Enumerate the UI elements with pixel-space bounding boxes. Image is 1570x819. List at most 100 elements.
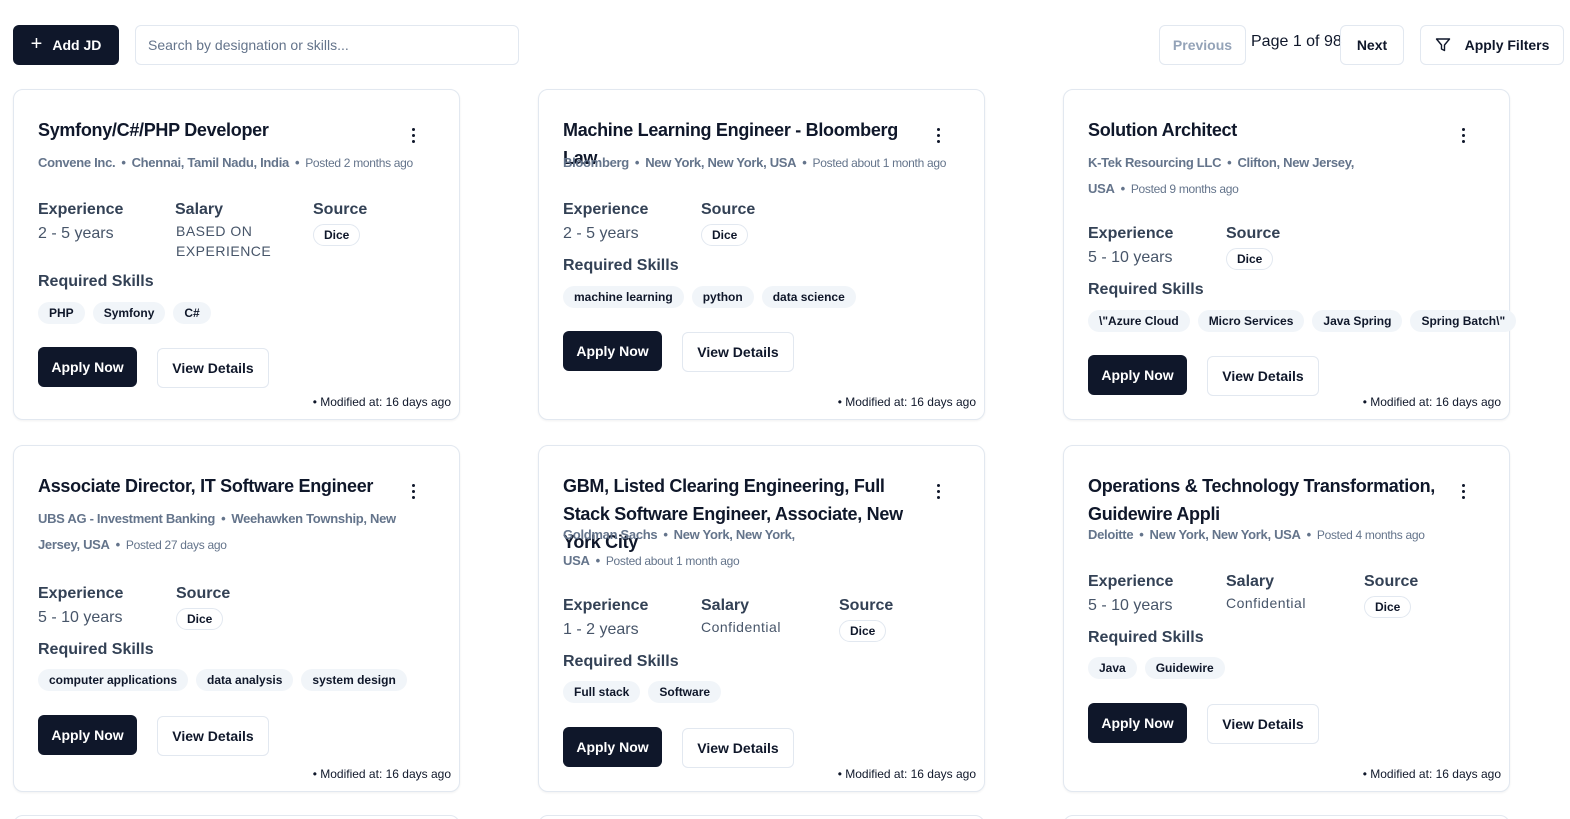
source-badge: Dice — [701, 224, 749, 246]
job-title: Symfony/C#/PHP Developer — [38, 120, 269, 140]
apply-filters-label: Apply Filters — [1464, 37, 1550, 53]
apply-now-button[interactable]: Apply Now — [38, 715, 137, 755]
more-options-icon[interactable] — [405, 125, 421, 145]
skills-list: machine learning python data science — [563, 286, 856, 308]
skills-list: Java Guidewire — [1088, 657, 1225, 679]
more-options-icon[interactable] — [930, 481, 946, 501]
add-jd-label: Add JD — [52, 37, 102, 53]
separator-dot: • — [663, 527, 668, 542]
skill-chip: PHP — [38, 302, 85, 324]
job-title: Associate Director, IT Software Engineer — [38, 476, 374, 496]
skill-chip: data analysis — [196, 669, 294, 691]
skill-chip: Micro Services — [1197, 310, 1305, 332]
job-location: New York, New York, USA — [645, 155, 797, 170]
skill-chip: data science — [761, 286, 856, 308]
filter-icon — [1435, 38, 1450, 52]
job-title: Operations & Technology Transformation, … — [1088, 476, 1436, 524]
job-card-partial — [1063, 815, 1510, 819]
experience-label: Experience — [1088, 573, 1174, 590]
company-name: Bloomberg — [563, 155, 629, 170]
posted-time: Posted 27 days ago — [125, 538, 227, 552]
view-details-button[interactable]: View Details — [682, 728, 794, 768]
job-meta: UBS AG - Investment Banking • Weehawken To… — [38, 506, 398, 558]
more-options-icon[interactable] — [930, 125, 946, 145]
skill-chip: Java — [1088, 657, 1137, 679]
modified-time: • Modified at: 16 days ago — [1362, 395, 1501, 409]
add-jd-button[interactable]: + Add JD — [13, 25, 119, 65]
separator-dot: • — [294, 155, 300, 170]
skill-chip: computer applications — [38, 669, 189, 691]
skill-chip: C# — [173, 302, 211, 324]
required-skills-label: Required Skills — [1088, 281, 1204, 298]
experience-value: 5 - 10 years — [38, 609, 123, 626]
job-card-partial — [538, 815, 985, 819]
apply-now-button[interactable]: Apply Now — [563, 727, 662, 767]
separator-dot: • — [1227, 155, 1232, 170]
separator-dot: • — [1120, 181, 1126, 196]
required-skills-label: Required Skills — [563, 257, 679, 274]
posted-time: Posted 2 months ago — [305, 156, 413, 170]
job-meta: K-Tek Resourcing LLC • Clifton, New Jersey… — [1088, 150, 1408, 202]
modified-time: • Modified at: 16 days ago — [837, 767, 976, 781]
skills-list: PHP Symfony C# — [38, 302, 211, 324]
company-name: K-Tek Resourcing LLC — [1088, 155, 1222, 170]
apply-filters-button[interactable]: Apply Filters — [1420, 25, 1564, 65]
salary-label: Salary — [701, 597, 750, 614]
company-name: Goldman Sachs — [563, 527, 658, 542]
experience-value: 2 - 5 years — [563, 225, 639, 242]
view-details-button[interactable]: View Details — [1207, 704, 1319, 744]
salary-label: Salary — [1226, 573, 1275, 590]
experience-label: Experience — [1088, 225, 1174, 242]
required-skills-label: Required Skills — [563, 653, 679, 670]
job-title: Solution Architect — [1088, 120, 1237, 140]
job-meta: Convene Inc. • Chennai, Tamil Nadu, India •… — [38, 150, 438, 176]
modified-time: • Modified at: 16 days ago — [837, 395, 976, 409]
skill-chip: Software — [648, 681, 722, 703]
next-button[interactable]: Next — [1340, 25, 1404, 65]
experience-label: Experience — [38, 201, 124, 218]
job-location: New York, New York, USA — [1149, 527, 1301, 542]
posted-time: Posted 9 months ago — [1130, 182, 1239, 196]
modified-time: • Modified at: 16 days ago — [1362, 767, 1501, 781]
skill-chip: system design — [301, 669, 407, 691]
search-input[interactable] — [135, 25, 519, 65]
more-options-icon[interactable] — [405, 481, 421, 501]
company-name: Convene Inc. — [38, 155, 116, 170]
skill-chip: \"Azure Cloud — [1088, 310, 1190, 332]
source-badge: Dice — [313, 224, 361, 246]
skills-list: Full stack Software — [563, 681, 722, 703]
source-label: Source — [1364, 573, 1419, 590]
view-details-button[interactable]: View Details — [682, 332, 794, 372]
source-label: Source — [176, 585, 231, 602]
more-options-icon[interactable] — [1455, 125, 1471, 145]
separator-dot: • — [802, 155, 807, 170]
skill-chip: Spring Batch\" — [1410, 310, 1517, 332]
company-name: Deloitte — [1088, 527, 1134, 542]
job-card: Symfony/C#/PHP Developer Convene Inc. • Ch… — [13, 89, 460, 420]
experience-label: Experience — [563, 201, 649, 218]
apply-now-button[interactable]: Apply Now — [1088, 703, 1187, 743]
skill-chip: machine learning — [563, 286, 684, 308]
separator-dot: • — [1306, 527, 1312, 542]
view-details-button[interactable]: View Details — [157, 348, 269, 388]
more-options-icon[interactable] — [1455, 481, 1471, 501]
source-label: Source — [1226, 225, 1281, 242]
source-badge: Dice — [1226, 248, 1274, 270]
modified-time: • Modified at: 16 days ago — [312, 767, 451, 781]
skills-list: \"Azure Cloud Micro Services Java Spring… — [1088, 310, 1517, 332]
view-details-button[interactable]: View Details — [157, 716, 269, 756]
apply-now-button[interactable]: Apply Now — [38, 347, 137, 387]
apply-now-button[interactable]: Apply Now — [1088, 355, 1187, 395]
job-meta: Deloitte • New York, New York, USA • Posted … — [1088, 522, 1488, 548]
separator-dot: • — [221, 511, 226, 526]
source-badge: Dice — [839, 620, 887, 642]
experience-label: Experience — [563, 597, 649, 614]
job-meta: Goldman Sachs • New York, New York, USA • Po… — [563, 522, 863, 574]
separator-dot: • — [115, 537, 121, 552]
posted-time: Posted about 1 month ago — [812, 156, 947, 170]
skills-list: computer applications data analysis syst… — [38, 669, 407, 691]
previous-button[interactable]: Previous — [1159, 25, 1246, 65]
view-details-button[interactable]: View Details — [1207, 356, 1319, 396]
apply-now-button[interactable]: Apply Now — [563, 331, 662, 371]
posted-time: Posted 4 months ago — [1316, 528, 1425, 542]
